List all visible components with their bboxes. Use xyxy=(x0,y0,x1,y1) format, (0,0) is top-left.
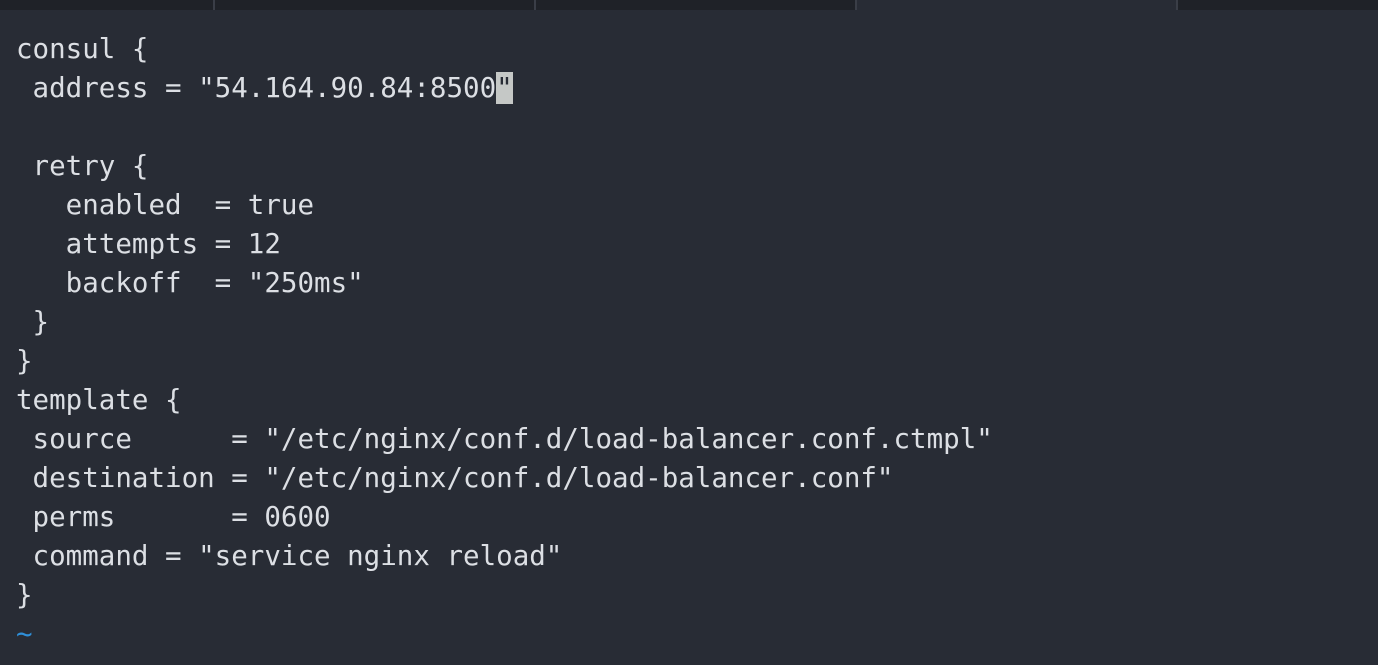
code-line-15[interactable]: } xyxy=(16,576,1366,615)
code-line-2-text: address = "54.164.90.84:8500 xyxy=(16,72,497,104)
code-line-8[interactable]: } xyxy=(16,303,1366,342)
text-cursor: " xyxy=(496,72,513,104)
code-line-7[interactable]: backoff = "250ms" xyxy=(16,264,1366,303)
code-line-14[interactable]: command = "service nginx reload" xyxy=(16,537,1366,576)
code-line-2[interactable]: address = "54.164.90.84:8500" xyxy=(16,69,1366,108)
code-line-13[interactable]: perms = 0600 xyxy=(16,498,1366,537)
terminal-window: consul { address = "54.164.90.84:8500" r… xyxy=(0,0,1378,665)
vim-editor[interactable]: consul { address = "54.164.90.84:8500" r… xyxy=(16,30,1366,660)
tab-separator xyxy=(1176,0,1178,10)
code-line-10[interactable]: template { xyxy=(16,381,1366,420)
code-line-12[interactable]: destination = "/etc/nginx/conf.d/load-ba… xyxy=(16,459,1366,498)
tab-separator xyxy=(534,0,536,10)
code-line-1[interactable]: consul { xyxy=(16,30,1366,69)
code-line-9[interactable]: } xyxy=(16,342,1366,381)
tab-bar xyxy=(0,0,1378,10)
tab-separator xyxy=(213,0,215,10)
active-tab[interactable] xyxy=(857,0,1177,10)
code-line-11[interactable]: source = "/etc/nginx/conf.d/load-balance… xyxy=(16,420,1366,459)
empty-line-marker: ~ xyxy=(16,618,33,650)
code-line-3[interactable] xyxy=(16,108,1366,147)
code-line-6[interactable]: attempts = 12 xyxy=(16,225,1366,264)
code-line-5[interactable]: enabled = true xyxy=(16,186,1366,225)
code-line-4[interactable]: retry { xyxy=(16,147,1366,186)
